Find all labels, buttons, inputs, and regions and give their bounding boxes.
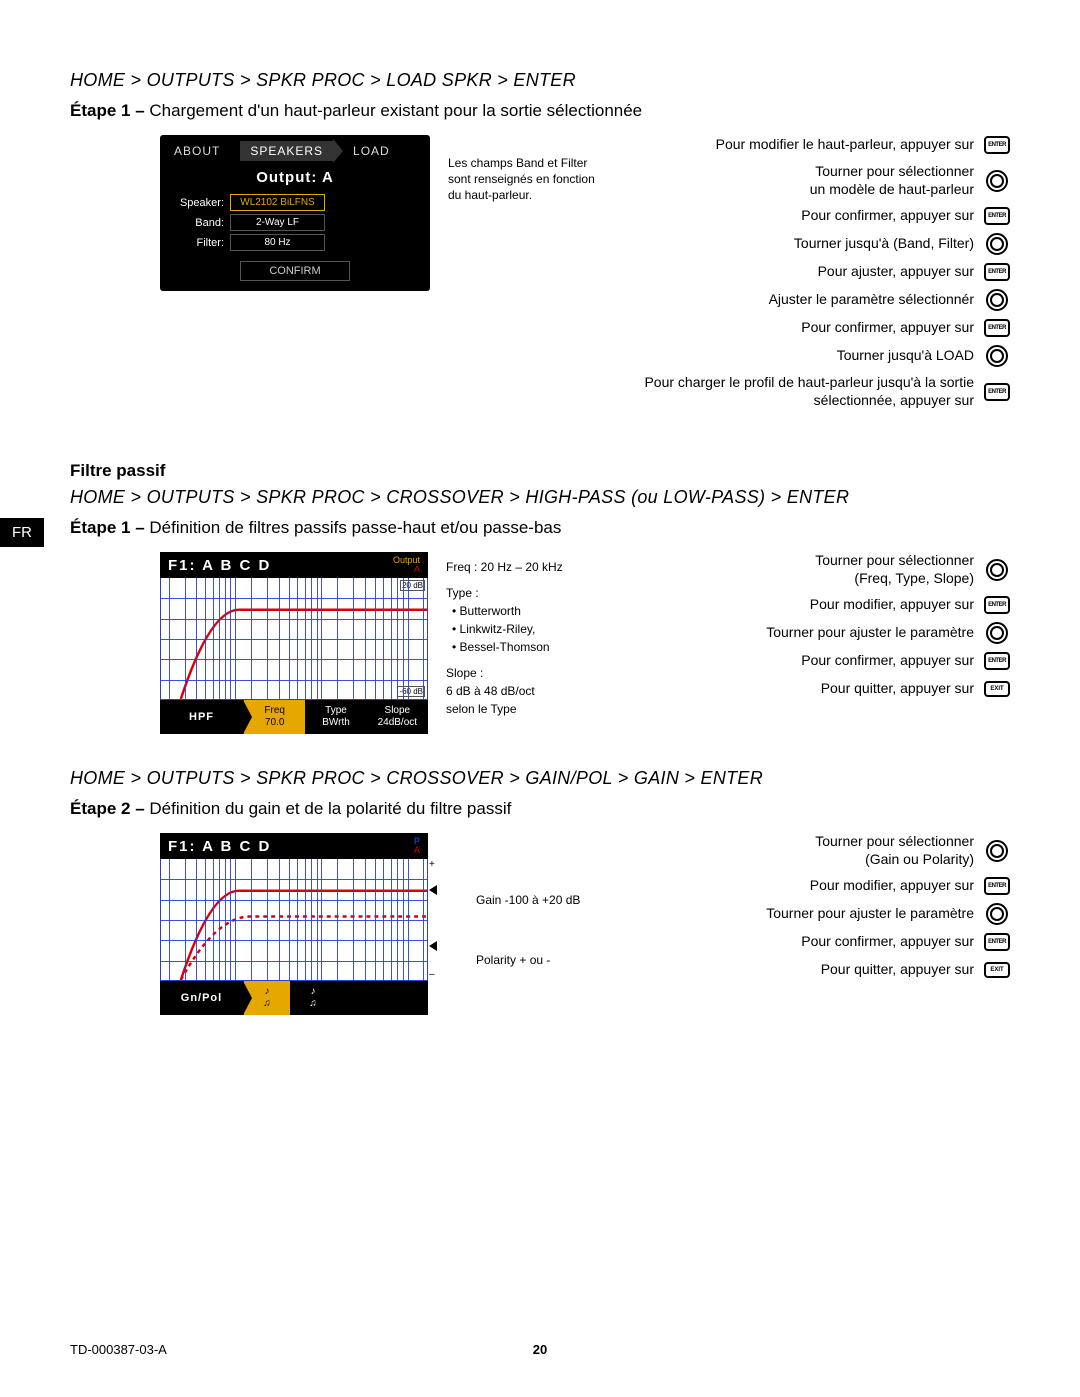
hpf-param-notes: Freq : 20 Hz – 20 kHz Type : Butterworth… [446,558,606,718]
enter-key-icon: ENTER [984,651,1010,671]
enter-key-icon: ENTER [984,206,1010,226]
gnpol-chart: F1: A B C D PA + – Gn/Pol ♪♫ ♪♫ [160,833,428,1015]
instruction-line: Pour charger le profil de haut-parleur j… [616,374,1010,409]
tab-load[interactable]: LOAD [343,141,400,161]
instruction-line: Tourner jusqu'à (Band, Filter) [616,234,1010,254]
filter-passif-heading: Filtre passif [70,461,1010,481]
confirm-button[interactable]: CONFIRM [240,261,349,281]
hpf-slope-cell[interactable]: Slope24dB/oct [367,700,428,734]
breadcrumb-crossover-hp: HOME > OUTPUTS > SPKR PROC > CROSSOVER >… [70,487,1010,508]
dial-icon [984,290,1010,310]
band-filter-note: Les champs Band et Filter sont renseigné… [448,155,598,204]
instructions-section-1: Pour modifier le haut-parleur, appuyer s… [616,135,1010,417]
step-1-filter: Étape 1 – Définition de filtres passifs … [70,518,1010,538]
gain-plus: + [429,859,435,870]
document-id: TD-000387-03-A [70,1342,167,1357]
instruction-line: Pour modifier le haut-parleur, appuyer s… [616,135,1010,155]
instruction-line: Pour ajuster, appuyer surENTER [616,262,1010,282]
enter-key-icon: ENTER [984,876,1010,896]
enter-key-icon: ENTER [984,262,1010,282]
instruction-line: Tourner jusqu'à LOAD [616,346,1010,366]
exit-key-icon: EXIT [984,960,1010,980]
instruction-line: Tourner pour sélectionner un modèle de h… [616,163,1010,198]
gnpol-label: Gn/Pol [160,981,244,1015]
breadcrumb-gain-pol: HOME > OUTPUTS > SPKR PROC > CROSSOVER >… [70,768,1010,789]
speaker-value[interactable]: WL2102 BiLFNS [230,194,325,211]
gain-c-cell[interactable] [336,981,382,1015]
tab-speakers[interactable]: SPEAKERS [240,141,333,161]
device-screen-load-speaker: ABOUT SPEAKERS LOAD Output: A Speaker: WL… [160,135,430,291]
instructions-section-3: Tourner pour sélectionner (Gain ou Polar… [654,833,1010,988]
enter-key-icon: ENTER [984,135,1010,155]
enter-key-icon: ENTER [984,595,1010,615]
hpf-chart: F1: A B C D OutputA 20 dB -60 dB HPF Fre… [160,552,428,734]
dial-icon [984,346,1010,366]
instruction-line: Pour confirmer, appuyer surENTER [616,318,1010,338]
hpf-freq-cell[interactable]: Freq70.0 [244,700,305,734]
enter-key-icon: ENTER [984,382,1010,402]
instruction-line: Tourner pour sélectionner (Freq, Type, S… [624,552,1010,587]
gain-b-cell[interactable]: ♪♫ [290,981,336,1015]
instruction-line: Pour quitter, appuyer surEXIT [624,679,1010,699]
dial-icon [984,841,1010,861]
instruction-line: Pour modifier, appuyer surENTER [624,595,1010,615]
tab-about[interactable]: ABOUT [164,141,230,161]
band-label: Band: [170,217,224,229]
enter-key-icon: ENTER [984,932,1010,952]
speaker-label: Speaker: [170,197,224,209]
filter-label: Filter: [170,237,224,249]
instruction-line: Pour modifier, appuyer surENTER [654,876,1010,896]
hpf-type-cell[interactable]: TypeBWrth [305,700,366,734]
chart-title-gn: F1: A B C D [168,838,271,855]
instruction-line: Pour quitter, appuyer surEXIT [654,960,1010,980]
enter-key-icon: ENTER [984,318,1010,338]
exit-key-icon: EXIT [984,679,1010,699]
output-channel-label: Output: A [164,169,426,186]
hpf-label: HPF [160,700,244,734]
instruction-line: Pour confirmer, appuyer surENTER [654,932,1010,952]
instruction-line: Pour confirmer, appuyer surENTER [624,651,1010,671]
dial-icon [984,234,1010,254]
instruction-line: Tourner pour ajuster le paramètre [654,904,1010,924]
instruction-line: Ajuster le paramètre sélectionnér [616,290,1010,310]
page-number: 20 [533,1342,547,1357]
dial-icon [984,904,1010,924]
language-tab: FR [0,518,44,547]
instruction-line: Tourner pour ajuster le paramètre [624,623,1010,643]
dial-icon [984,171,1010,191]
instructions-section-2: Tourner pour sélectionner (Freq, Type, S… [624,552,1010,707]
dial-icon [984,560,1010,580]
gain-minus: – [429,969,435,980]
chart-title-hpf: F1: A B C D [168,557,271,574]
instruction-line: Tourner pour sélectionner (Gain ou Polar… [654,833,1010,868]
filter-value[interactable]: 80 Hz [230,234,325,251]
band-value[interactable]: 2-Way LF [230,214,325,231]
gain-d-cell[interactable] [382,981,428,1015]
instruction-line: Pour confirmer, appuyer surENTER [616,206,1010,226]
breadcrumb-load-spkr: HOME > OUTPUTS > SPKR PROC > LOAD SPKR >… [70,70,1010,91]
dial-icon [984,623,1010,643]
step-2-gain: Étape 2 – Définition du gain et de la po… [70,799,1010,819]
gn-param-notes: Gain -100 à +20 dB Polarity + ou - [476,839,636,969]
step-1-load: Étape 1 – Chargement d'un haut-parleur e… [70,101,1010,121]
